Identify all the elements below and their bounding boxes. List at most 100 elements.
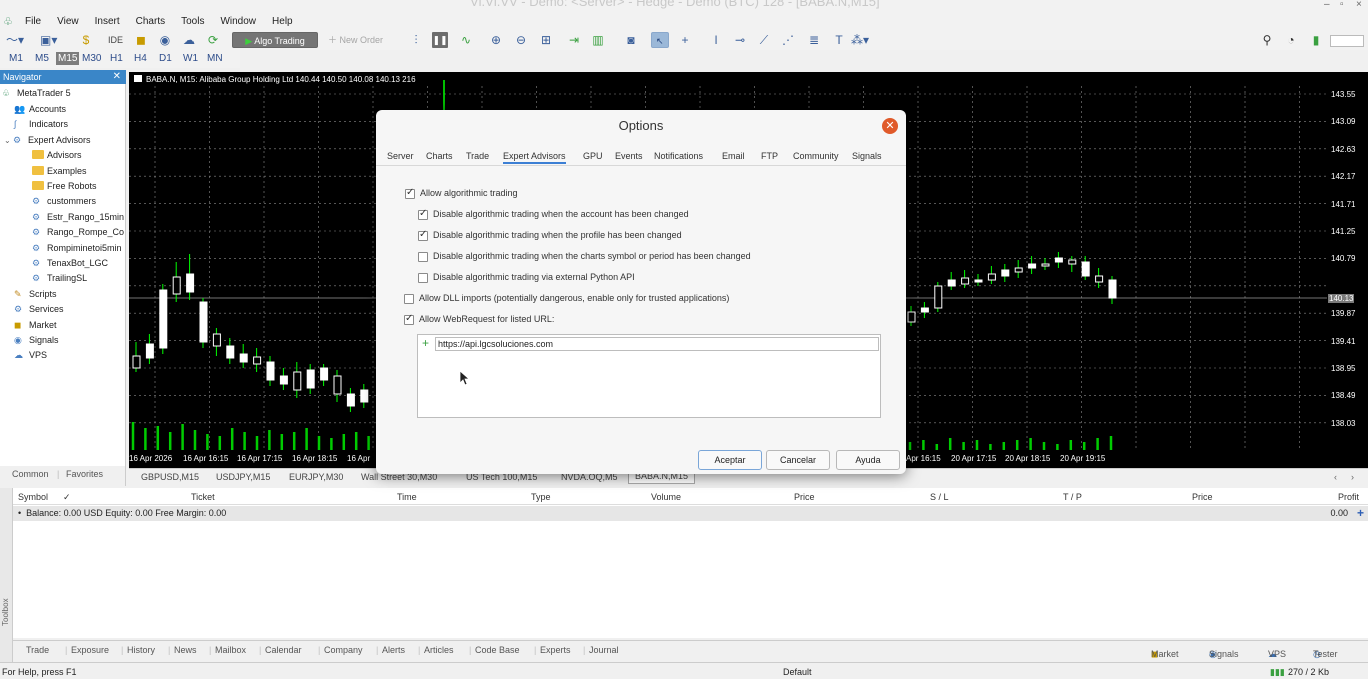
ok-button[interactable]: Aceptar: [698, 450, 762, 470]
chart-type-icon[interactable]: 〜▾: [6, 32, 24, 48]
nav-item-market[interactable]: ◼ Market: [14, 318, 57, 332]
menu-tools[interactable]: Tools: [173, 16, 212, 27]
dollar-icon[interactable]: $: [78, 32, 94, 48]
minimize-icon[interactable]: –: [1324, 0, 1330, 10]
close-dialog-icon[interactable]: ✕: [882, 118, 898, 134]
nav-item-signals[interactable]: ◉ Signals: [14, 333, 59, 347]
toolbox-tab-history[interactable]: History: [127, 645, 155, 655]
option-checkbox[interactable]: [418, 273, 428, 283]
nav-item-indicators[interactable]: ∫ Indicators: [14, 117, 68, 131]
dialog-tab-gpu[interactable]: GPU: [583, 151, 603, 161]
col-time[interactable]: Time: [397, 492, 417, 502]
url-entry[interactable]: https://api.lgcsoluciones.com: [435, 337, 879, 351]
dialog-tab-notifications[interactable]: Notifications: [654, 151, 703, 161]
cursor-tool-icon[interactable]: ↖: [651, 32, 669, 48]
zoom-out-icon[interactable]: ⊖: [513, 32, 529, 48]
menu-help[interactable]: Help: [264, 16, 301, 27]
nav-item-services[interactable]: ⚙ Services: [14, 302, 64, 316]
nav-item-free-robots[interactable]: Free Robots: [32, 179, 97, 193]
horizontal-line-icon[interactable]: ⊸: [732, 32, 748, 48]
nav-item-advisors[interactable]: Advisors: [32, 148, 82, 162]
dialog-tab-expert-advisors[interactable]: Expert Advisors: [503, 151, 566, 164]
dialog-tab-trade[interactable]: Trade: [466, 151, 489, 161]
toolbox-tab-trade[interactable]: Trade: [26, 645, 49, 655]
timeframe-d1[interactable]: D1: [159, 53, 172, 64]
close-window-icon[interactable]: ×: [1356, 0, 1362, 10]
col-ticket[interactable]: Ticket: [191, 492, 215, 502]
col-sl[interactable]: S / L: [930, 492, 949, 502]
toolbox-tab-news[interactable]: News: [174, 645, 197, 655]
nav-item-accounts[interactable]: 👥 Accounts: [14, 102, 66, 116]
market-depth-icon[interactable]: ⫶: [408, 32, 424, 48]
nav-item-rango-rompe[interactable]: ⚙ Rango_Rompe_Co: [32, 225, 124, 239]
menu-insert[interactable]: Insert: [87, 16, 128, 27]
timeframe-m5[interactable]: M5: [35, 53, 49, 64]
cancel-button[interactable]: Cancelar: [766, 450, 830, 470]
help-button[interactable]: Ayuda: [836, 450, 900, 470]
option-checkbox[interactable]: [418, 208, 428, 220]
col-price-current[interactable]: Price: [1192, 492, 1213, 502]
close-navigator-icon[interactable]: ✕: [113, 70, 121, 84]
new-order-button[interactable]: ＋ New Order: [328, 32, 383, 48]
vertical-line-icon[interactable]: ǀ: [708, 32, 724, 48]
nav-item-metatrader5[interactable]: ♧ MetaTrader 5: [2, 86, 71, 100]
indicator-line-icon[interactable]: ∿: [458, 32, 474, 48]
menu-charts[interactable]: Charts: [128, 16, 173, 27]
chart-tab-eurjpy[interactable]: EURJPY,M30: [289, 472, 343, 482]
dialog-tab-charts[interactable]: Charts: [426, 151, 453, 161]
trendline-icon[interactable]: ⟋: [756, 32, 772, 48]
option-checkbox[interactable]: [405, 187, 415, 199]
balance-row[interactable]: • Balance: 0.00 USD Equity: 0.00 Free Ma…: [13, 506, 1368, 521]
col-symbol[interactable]: Symbol: [18, 492, 48, 502]
status-profile[interactable]: Default: [783, 667, 812, 677]
nav-item-rompimiento[interactable]: ⚙ Rompiminetoi5min: [32, 241, 122, 255]
templates-icon[interactable]: ▣▾: [40, 32, 57, 48]
account-icon[interactable]: ▮: [1308, 32, 1324, 48]
crosshair-icon[interactable]: +: [677, 32, 693, 48]
timeframe-m1[interactable]: M1: [9, 53, 23, 64]
text-tool-icon[interactable]: T: [831, 32, 847, 48]
menu-window[interactable]: Window: [212, 16, 264, 27]
ide-button[interactable]: IDE: [104, 32, 127, 48]
toolbox-tab-articles[interactable]: Articles: [424, 645, 454, 655]
timeframe-m15[interactable]: M15: [56, 52, 80, 65]
scroll-left-icon[interactable]: ‹: [1334, 472, 1337, 482]
add-icon[interactable]: +: [1357, 506, 1364, 520]
search-icon[interactable]: ⚲: [1259, 32, 1275, 48]
pause-icon[interactable]: ❚❚: [432, 32, 448, 48]
autoscroll-icon[interactable]: ⇥: [566, 32, 582, 48]
dialog-tab-ftp[interactable]: FTP: [761, 151, 778, 161]
option-checkbox[interactable]: [418, 252, 428, 262]
dialog-tab-community[interactable]: Community: [793, 151, 839, 161]
timeframe-h4[interactable]: H4: [134, 53, 147, 64]
dialog-tab-server[interactable]: Server: [387, 151, 414, 161]
timeframe-m30[interactable]: M30: [82, 53, 101, 64]
nav-item-estr-rango[interactable]: ⚙ Estr_Rango_15min: [32, 210, 124, 224]
nav-item-vps[interactable]: ☁ VPS: [14, 348, 47, 362]
restore-icon[interactable]: ▫: [1340, 0, 1344, 10]
url-list[interactable]: + https://api.lgcsoluciones.com: [417, 334, 881, 418]
option-checkbox[interactable]: [404, 313, 414, 325]
zoom-in-icon[interactable]: ⊕: [488, 32, 504, 48]
cloud-icon[interactable]: ☁: [181, 32, 197, 48]
col-type[interactable]: Type: [531, 492, 551, 502]
option-checkbox[interactable]: [418, 229, 428, 241]
col-price-open[interactable]: Price: [794, 492, 815, 502]
menu-view[interactable]: View: [49, 16, 87, 27]
toolbox-tab-mailbox[interactable]: Mailbox: [215, 645, 246, 655]
toolbox-tab-exposure[interactable]: Exposure: [71, 645, 109, 655]
bag-icon[interactable]: ◼: [133, 32, 149, 48]
fibonacci-icon[interactable]: ≣: [806, 32, 822, 48]
toolbox-tab-alerts[interactable]: Alerts: [382, 645, 405, 655]
shapes-icon[interactable]: ⁂▾: [851, 32, 869, 48]
nav-item-expert-advisors[interactable]: ⌄ ⚙ Expert Advisors: [4, 133, 90, 147]
menu-file[interactable]: File: [17, 16, 49, 27]
nav-item-scripts[interactable]: ✎ Scripts: [14, 287, 57, 301]
toolbox-tab-experts[interactable]: Experts: [540, 645, 571, 655]
timeframe-w1[interactable]: W1: [183, 53, 198, 64]
toolbox-tab-code-base[interactable]: Code Base: [475, 645, 520, 655]
nav-item-tenaxbot[interactable]: ⚙ TenaxBot_LGC: [32, 256, 108, 270]
chart-tab-usdjpy[interactable]: USDJPY,M15: [216, 472, 270, 482]
nav-item-custommers[interactable]: ⚙ custommers: [32, 194, 96, 208]
nav-item-trailingsl[interactable]: ⚙ TrailingSL: [32, 271, 87, 285]
